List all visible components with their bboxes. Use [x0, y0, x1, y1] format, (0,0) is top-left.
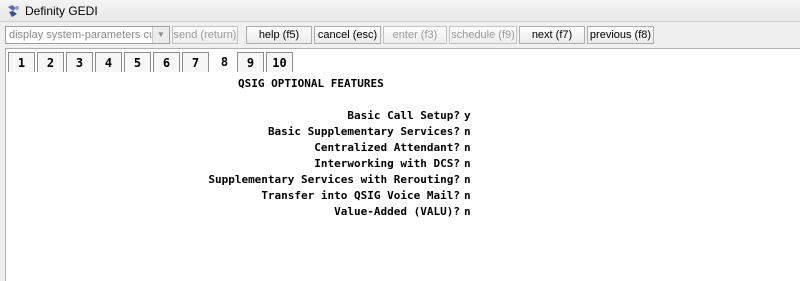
- tab-2[interactable]: 2: [37, 52, 64, 72]
- toolbar: ▼ send (return) help (f5) cancel (esc) e…: [0, 23, 800, 47]
- tab-10[interactable]: 10: [266, 52, 293, 72]
- command-combobox[interactable]: ▼: [5, 26, 170, 44]
- field-label-supplementary-services-rerouting: Supplementary Services with Rerouting?: [208, 173, 460, 186]
- field-value-interworking-with-dcs[interactable]: n: [464, 157, 471, 170]
- app-icon: [8, 5, 19, 17]
- command-input[interactable]: [6, 27, 154, 43]
- field-label-basic-call-setup: Basic Call Setup?: [347, 109, 460, 122]
- previous-button[interactable]: previous (f8): [587, 26, 654, 44]
- tab-1[interactable]: 1: [8, 52, 35, 72]
- field-value-transfer-qsig-voice-mail[interactable]: n: [464, 189, 471, 202]
- tab-3[interactable]: 3: [66, 52, 93, 72]
- enter-button[interactable]: enter (f3): [383, 26, 447, 44]
- field-value-value-added-valu[interactable]: n: [464, 205, 471, 218]
- page-title: QSIG OPTIONAL FEATURES: [238, 77, 384, 90]
- next-button[interactable]: next (f7): [519, 26, 585, 44]
- tab-7[interactable]: 7: [182, 52, 209, 72]
- title-bar: Definity GEDI: [0, 0, 800, 22]
- field-value-supplementary-services-rerouting[interactable]: n: [464, 173, 471, 186]
- form-screen: 1 2 3 4 5 6 7 8 9 10 QSIG OPTIONAL FEATU…: [5, 48, 800, 281]
- field-value-basic-call-setup[interactable]: y: [464, 109, 471, 122]
- cancel-button[interactable]: cancel (esc): [314, 26, 381, 44]
- field-label-transfer-qsig-voice-mail: Transfer into QSIG Voice Mail?: [261, 189, 460, 202]
- tab-9[interactable]: 9: [237, 52, 264, 72]
- tab-5[interactable]: 5: [124, 52, 151, 72]
- help-button[interactable]: help (f5): [246, 26, 312, 44]
- chevron-down-icon[interactable]: ▼: [152, 27, 169, 43]
- field-value-centralized-attendant[interactable]: n: [464, 141, 471, 154]
- field-label-interworking-with-dcs: Interworking with DCS?: [314, 157, 460, 170]
- tab-4[interactable]: 4: [95, 52, 122, 72]
- field-value-basic-supplementary-services[interactable]: n: [464, 125, 471, 138]
- field-label-centralized-attendant: Centralized Attendant?: [314, 141, 460, 154]
- window-title: Definity GEDI: [25, 4, 98, 18]
- field-label-basic-supplementary-services: Basic Supplementary Services?: [267, 125, 460, 138]
- send-button[interactable]: send (return): [172, 26, 238, 44]
- tab-6[interactable]: 6: [153, 52, 180, 72]
- schedule-button[interactable]: schedule (f9): [449, 26, 517, 44]
- tab-8[interactable]: 8: [212, 52, 237, 72]
- field-label-value-added-valu: Value-Added (VALU)?: [334, 205, 460, 218]
